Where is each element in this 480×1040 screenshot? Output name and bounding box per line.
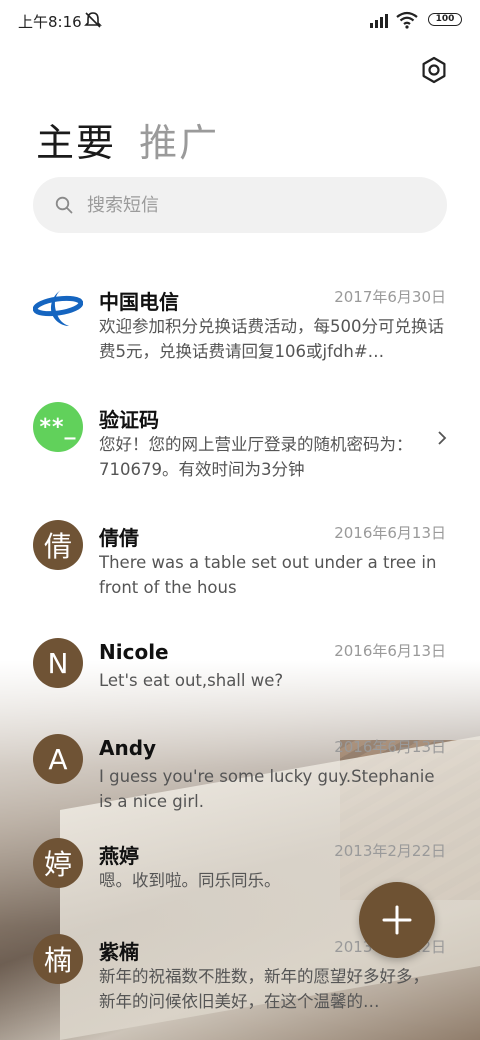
- contact-name: Andy: [99, 736, 157, 760]
- gear-icon[interactable]: [420, 56, 448, 84]
- plus-icon: [382, 905, 412, 935]
- message-preview: Let's eat out,shall we?: [99, 671, 284, 690]
- contact-name: 中国电信: [99, 290, 179, 314]
- contact-name: 验证码: [99, 408, 159, 432]
- message-preview: 您好！您的网上营业厅登录的随机密码为：710679。有效时间为3分钟: [99, 435, 413, 479]
- message-preview: I guess you're some lucky guy.Stephanie …: [99, 767, 435, 811]
- status-time: 上午8:16: [18, 13, 82, 31]
- message-preview: 新年的祝福数不胜数，新年的愿望好多好多，新年的问候依旧美好，在这个温馨的…: [99, 967, 429, 1011]
- avatar: **_: [33, 402, 83, 452]
- tab-main[interactable]: 主要: [36, 112, 116, 167]
- avatar: A: [33, 734, 83, 784]
- search-input[interactable]: [85, 194, 429, 217]
- status-bar: 上午8:16 100: [0, 0, 480, 40]
- mute-icon: [84, 12, 102, 28]
- signal-icon: [370, 14, 388, 28]
- wifi-icon: [396, 11, 418, 29]
- telecom-logo-icon: [33, 284, 83, 334]
- search-bar[interactable]: [33, 177, 447, 233]
- conversation-item[interactable]: **_ 验证码 您好！您的网上营业厅登录的随机密码为：710679。有效时间为3…: [0, 390, 480, 508]
- message-date: 2017年6月30日: [334, 288, 446, 306]
- new-message-button[interactable]: [359, 882, 435, 958]
- message-date: 2013年2月22日: [334, 842, 446, 860]
- search-icon: [55, 196, 73, 214]
- tab-bar: 主要 推广: [36, 112, 237, 167]
- tab-promotion[interactable]: 推广: [139, 112, 219, 167]
- avatar: N: [33, 638, 83, 688]
- message-date: 2016年6月13日: [334, 738, 446, 756]
- conversation-item[interactable]: 倩 倩倩 2016年6月13日 There was a table set ou…: [0, 508, 480, 626]
- conversation-item[interactable]: N Nicole 2016年6月13日 Let's eat out,shall …: [0, 626, 480, 722]
- message-preview: There was a table set out under a tree i…: [99, 553, 437, 597]
- chevron-right-icon[interactable]: [436, 430, 448, 446]
- battery-icon: 100: [428, 13, 462, 26]
- avatar: 倩: [33, 520, 83, 570]
- avatar: 婷: [33, 838, 83, 888]
- avatar: 楠: [33, 934, 83, 984]
- message-date: 2016年6月13日: [334, 642, 446, 660]
- contact-name: Nicole: [99, 640, 169, 664]
- message-date: 2016年6月13日: [334, 524, 446, 542]
- conversation-item[interactable]: A Andy 2016年6月13日 I guess you're some lu…: [0, 722, 480, 826]
- message-preview: 欢迎参加积分兑换话费活动，每500分可兑换话费5元，兑换话费请回复106或jfd…: [99, 317, 444, 361]
- conversation-item[interactable]: 中国电信 2017年6月30日 欢迎参加积分兑换话费活动，每500分可兑换话费5…: [0, 272, 480, 390]
- contact-name: 紫楠: [99, 940, 139, 964]
- contact-name: 燕婷: [99, 844, 139, 868]
- contact-name: 倩倩: [99, 526, 139, 550]
